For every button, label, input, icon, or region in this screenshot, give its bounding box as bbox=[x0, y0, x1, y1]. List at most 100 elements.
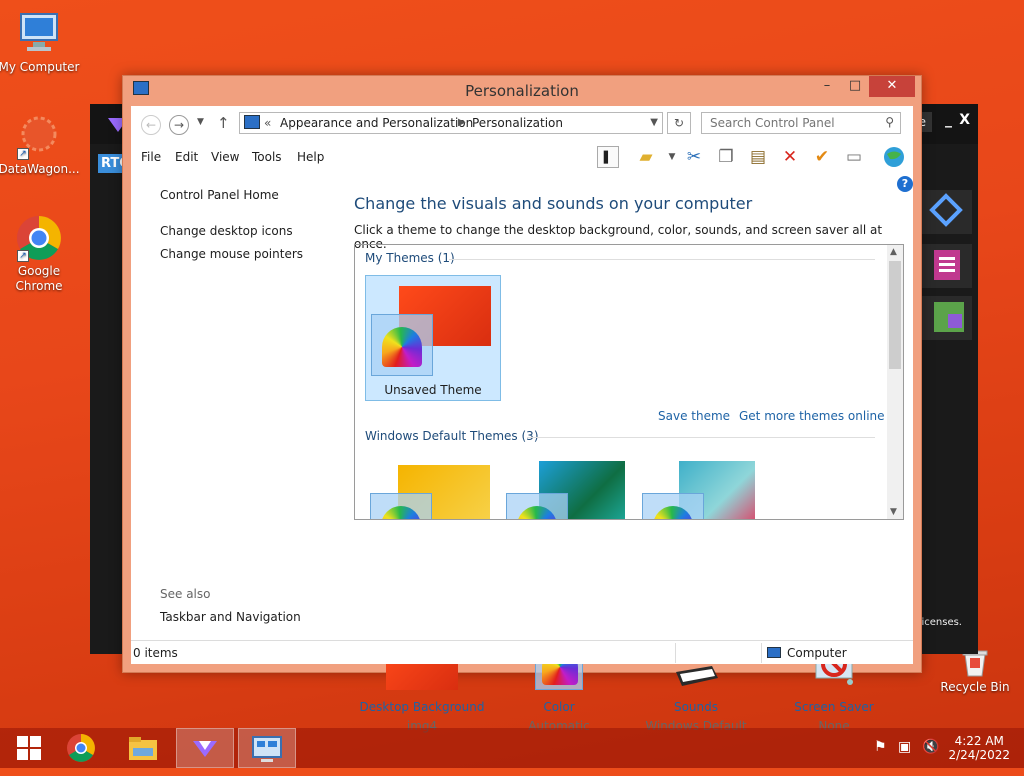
desktop-icon-google-chrome[interactable]: ↗ Google Chrome bbox=[0, 214, 81, 294]
address-chevron[interactable]: « bbox=[264, 116, 271, 130]
get-more-themes-link[interactable]: Get more themes online bbox=[739, 409, 885, 423]
bg-tile-2[interactable] bbox=[920, 244, 972, 288]
clock-time: 4:22 AM bbox=[954, 734, 1004, 748]
bg-tile-1[interactable] bbox=[920, 190, 972, 234]
windows-logo-icon bbox=[17, 736, 41, 760]
theme-card-flowers[interactable] bbox=[637, 455, 773, 519]
desktop-icon-recycle-bin[interactable]: Recycle Bin bbox=[933, 648, 1017, 695]
theme-card-windows[interactable] bbox=[365, 455, 501, 519]
minimize-button[interactable]: – bbox=[813, 76, 841, 97]
address-bar[interactable]: « Appearance and Personalization ▶ Perso… bbox=[239, 112, 663, 134]
desktop-icon-label: My Computer bbox=[0, 60, 80, 74]
color-palette-icon bbox=[371, 314, 433, 376]
recent-pages-chevron-icon[interactable]: ▼ bbox=[197, 117, 204, 127]
change-mouse-pointers-link[interactable]: Change mouse pointers bbox=[160, 247, 303, 261]
personalization-window[interactable]: Personalization – □ ✕ ← → ▼ ↑ « Appearan… bbox=[122, 75, 922, 733]
shortcut-arrow-icon: ↗ bbox=[17, 250, 29, 262]
search-box[interactable]: ⚲ bbox=[701, 112, 901, 134]
theme-label: Unsaved Theme bbox=[384, 383, 482, 397]
taskbar-file-explorer[interactable] bbox=[114, 728, 172, 768]
maximize-button[interactable]: □ bbox=[841, 76, 869, 97]
network-logo-icon bbox=[929, 193, 963, 227]
color-palette-icon bbox=[506, 493, 568, 519]
status-separator bbox=[675, 643, 676, 663]
status-bar: 0 items Computer bbox=[131, 640, 913, 664]
document-logo-icon bbox=[934, 250, 960, 280]
desktop-icon-my-computer[interactable]: My Computer bbox=[0, 10, 81, 75]
breadcrumb-separator-icon[interactable]: ▶ bbox=[458, 117, 466, 128]
cut-icon[interactable]: ✂ bbox=[683, 146, 705, 168]
default-themes-group-title: Windows Default Themes (3) bbox=[365, 429, 539, 443]
clock-date: 2/24/2022 bbox=[948, 748, 1010, 762]
theme-card-lines-and-colors[interactable] bbox=[501, 455, 637, 519]
window-title: Personalization bbox=[465, 82, 579, 100]
status-separator bbox=[761, 643, 762, 663]
address-dropdown-icon[interactable]: ▼ bbox=[650, 117, 658, 128]
screen-saver-label[interactable]: Screen Saver bbox=[759, 700, 909, 714]
delete-icon[interactable]: ✕ bbox=[779, 146, 801, 168]
color-label[interactable]: Color bbox=[484, 700, 634, 714]
refresh-icon[interactable]: ↻ bbox=[667, 112, 691, 134]
desktop-icon-datawagon[interactable]: ↗ DataWagon... bbox=[0, 112, 81, 177]
folder-icon bbox=[129, 737, 157, 760]
paste-icon[interactable]: ▤ bbox=[747, 146, 769, 168]
title-bar[interactable]: Personalization – □ ✕ bbox=[123, 76, 921, 104]
control-panel-icon bbox=[252, 736, 282, 762]
status-item-count: 0 items bbox=[133, 646, 178, 660]
bg-close-button[interactable]: X bbox=[959, 112, 970, 128]
menu-view[interactable]: View bbox=[211, 150, 239, 164]
help-icon[interactable]: ? bbox=[897, 176, 913, 192]
action-center-flag-icon[interactable]: ⚑ bbox=[874, 739, 887, 755]
themes-scrollbar[interactable]: ▲ ▼ bbox=[887, 245, 903, 519]
change-desktop-icons-link[interactable]: Change desktop icons bbox=[160, 224, 293, 238]
breadcrumb-personalization[interactable]: Personalization bbox=[472, 116, 563, 130]
scroll-thumb[interactable] bbox=[889, 261, 901, 369]
computer-icon bbox=[15, 10, 63, 58]
shortcut-arrow-icon: ↗ bbox=[17, 148, 29, 160]
start-button[interactable] bbox=[0, 728, 58, 768]
volume-muted-icon[interactable]: 🔇 bbox=[922, 739, 939, 755]
status-computer-icon bbox=[767, 647, 781, 658]
copy-icon[interactable]: ❐ bbox=[715, 146, 737, 168]
clock[interactable]: 4:22 AM 2/24/2022 bbox=[948, 734, 1010, 762]
layout-pane-icon[interactable]: ▌ bbox=[597, 146, 619, 168]
up-arrow-icon[interactable]: ↑ bbox=[217, 114, 230, 132]
back-arrow-icon[interactable]: ← bbox=[141, 115, 161, 135]
desktop-background-label[interactable]: Desktop Background bbox=[347, 700, 497, 714]
group-divider bbox=[449, 259, 875, 260]
properties-checkmark-icon[interactable]: ✔ bbox=[811, 146, 833, 168]
sounds-label[interactable]: Sounds bbox=[621, 700, 771, 714]
rename-icon[interactable]: ▭ bbox=[843, 146, 865, 168]
theme-card-unsaved[interactable]: Unsaved Theme bbox=[365, 275, 501, 401]
taskbar-control-panel[interactable] bbox=[238, 728, 296, 768]
search-icon[interactable]: ⚲ bbox=[885, 115, 894, 129]
save-theme-link[interactable]: Save theme bbox=[658, 409, 730, 423]
globe-icon[interactable] bbox=[883, 146, 905, 168]
forward-arrow-icon[interactable]: → bbox=[169, 115, 189, 135]
folder-options-icon[interactable]: ▰ bbox=[635, 146, 657, 168]
scroll-up-icon[interactable]: ▲ bbox=[890, 247, 897, 257]
breadcrumb-appearance[interactable]: Appearance and Personalization bbox=[280, 116, 473, 130]
app-logo-icon bbox=[193, 741, 217, 757]
taskbar-chrome[interactable] bbox=[52, 728, 110, 768]
menu-tools[interactable]: Tools bbox=[252, 150, 282, 164]
address-row: ← → ▼ ↑ « Appearance and Personalization… bbox=[131, 106, 913, 142]
themes-list[interactable]: My Themes (1) Unsaved Theme Save theme G… bbox=[354, 244, 904, 520]
window-client-area: ← → ▼ ↑ « Appearance and Personalization… bbox=[131, 106, 913, 733]
taskbar-app-logo[interactable] bbox=[176, 728, 234, 768]
taskbar-navigation-link[interactable]: Taskbar and Navigation bbox=[160, 610, 301, 624]
status-location: Computer bbox=[787, 646, 847, 660]
scroll-down-icon[interactable]: ▼ bbox=[890, 507, 897, 517]
menu-help[interactable]: Help bbox=[297, 150, 324, 164]
group-divider bbox=[527, 437, 875, 438]
bg-tile-3[interactable] bbox=[920, 296, 972, 340]
menu-file[interactable]: File bbox=[141, 150, 161, 164]
control-panel-home-link[interactable]: Control Panel Home bbox=[160, 188, 279, 202]
search-input[interactable] bbox=[708, 114, 878, 132]
menu-edit[interactable]: Edit bbox=[175, 150, 198, 164]
close-button[interactable]: ✕ bbox=[869, 76, 915, 97]
chrome-icon bbox=[67, 734, 95, 762]
bg-minimize-button[interactable]: _ bbox=[945, 112, 952, 128]
network-icon[interactable]: ▣ bbox=[898, 739, 911, 755]
view-dropdown-icon[interactable]: ▼ bbox=[661, 146, 683, 168]
